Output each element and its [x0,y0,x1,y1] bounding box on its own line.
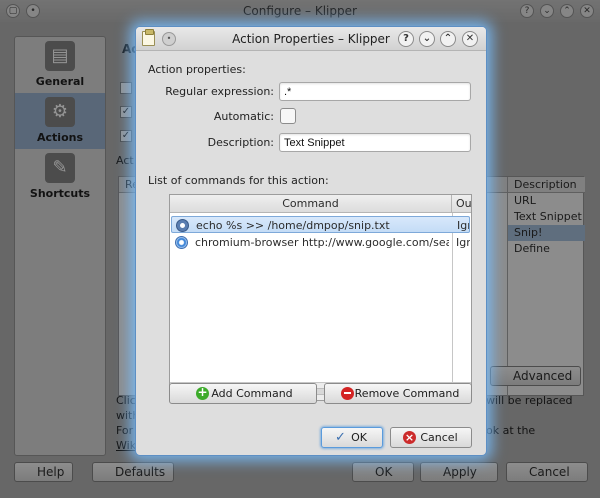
output-column-header[interactable]: Ou [456,195,472,213]
description-column-header: Description [508,177,585,193]
help-button[interactable]: Help [14,462,74,482]
minimize-icon[interactable]: ⌄ [419,31,435,47]
table-row[interactable]: echo %s >> /home/dmpop/snip.txt Igno [171,216,470,233]
description-label: Description: [207,136,274,149]
sidebar-item-actions[interactable]: ⚙ Actions [15,93,105,149]
help-title-icon[interactable]: ? [520,4,534,18]
configure-titlebar: ▢ • Configure – Klipper ? ⌄ ⌃ ✕ [0,0,600,22]
info-text: For [116,424,134,437]
add-command-button[interactable]: Add Command [169,383,317,404]
help-icon[interactable]: ? [398,31,414,47]
cancel-button[interactable]: Cancel [390,427,472,448]
table-row[interactable]: URL [508,193,585,209]
actions-label: Act [116,154,134,167]
sticky-icon[interactable]: • [26,4,40,18]
defaults-label: Defaults [115,465,166,479]
sidebar-item-label: Actions [37,131,83,144]
description-column: Description URL Text Snippet Snip! Defin… [507,177,585,397]
sidebar-item-shortcuts[interactable]: ✎ Shortcuts [15,149,105,205]
sidebar-item-label: General [35,75,85,88]
info-text: will be replaced [486,394,573,407]
wrench-icon: ✎ [45,153,75,183]
command-text: chromium-browser http://www.google.com/s… [195,236,449,249]
gear-icon: ⚙ [45,97,75,127]
table-row[interactable]: Text Snippet [508,209,585,225]
cancel-button[interactable]: Cancel [506,462,588,482]
info-text: ok at the [486,424,536,437]
remove-icon [341,387,354,400]
apply-button[interactable]: Apply [420,462,498,482]
defaults-button[interactable]: Defaults [92,462,175,482]
output-text: Igno [456,236,470,249]
cancel-icon [403,431,416,444]
sidebar-item-general[interactable]: ▤ General [15,37,105,93]
remove-command-label: Remove Command [354,387,460,400]
info-text: Clic [116,394,136,407]
apply-label: Apply [443,465,477,479]
close-icon[interactable]: ✕ [580,4,594,18]
advanced-label: Advanced [513,369,573,383]
regex-label: Regular expression: [165,85,274,98]
regex-input[interactable] [279,82,471,101]
add-icon [196,385,209,400]
command-column-header[interactable]: Command [170,195,452,213]
dialog-titlebar: • Action Properties – Klipper ? ⌄ ⌃ ✕ [136,27,486,51]
advanced-button[interactable]: Advanced [490,366,582,386]
klipper-app-icon[interactable] [142,29,155,46]
maximize-icon[interactable]: ⌃ [440,31,456,47]
commands-table[interactable]: Command Ou echo %s >> /home/dmpop/snip.t… [169,194,472,401]
terminal-icon [176,219,189,232]
cancel-label: Cancel [529,465,570,479]
description-input[interactable] [279,133,471,152]
action-properties-label: Action properties: [148,63,246,76]
commands-list-label: List of commands for this action: [148,174,329,187]
option-checkbox[interactable]: ✓ [120,106,132,118]
table-row[interactable]: Snip! [508,225,585,241]
remove-command-button[interactable]: Remove Command [324,383,472,404]
automatic-checkbox[interactable] [280,108,296,124]
minimize-icon[interactable]: ⌄ [540,4,554,18]
commands-table-header: Command Ou [170,195,472,213]
window-menu-icon[interactable]: • [162,32,176,46]
close-icon[interactable]: ✕ [462,31,478,47]
automatic-label: Automatic: [213,110,274,123]
clipboard-icon: ▤ [45,41,75,71]
command-text: echo %s >> /home/dmpop/snip.txt [196,219,390,232]
dialog-title: Action Properties – Klipper [232,32,390,46]
option-checkbox[interactable]: ✓ [120,130,132,142]
table-row[interactable]: Define [508,241,585,257]
checkmark-icon: ✓ [335,430,346,445]
configure-title: Configure – Klipper [243,4,357,18]
window-menu-icon[interactable]: ▢ [6,4,20,18]
maximize-icon[interactable]: ⌃ [560,4,574,18]
ok-button[interactable]: OK [352,462,414,482]
table-row[interactable]: chromium-browser http://www.google.com/s… [171,234,470,251]
option-checkbox[interactable] [120,82,132,94]
ok-button[interactable]: ✓ OK [321,427,383,448]
sidebar-item-label: Shortcuts [29,187,91,200]
output-text: Igno [457,219,469,232]
help-label: Help [37,465,65,479]
action-properties-dialog: • Action Properties – Klipper ? ⌄ ⌃ ✕ Ac… [135,26,487,456]
chromium-icon [175,236,188,249]
configure-sidebar: ▤ General ⚙ Actions ✎ Shortcuts [14,36,106,456]
ok-label: OK [375,465,393,479]
